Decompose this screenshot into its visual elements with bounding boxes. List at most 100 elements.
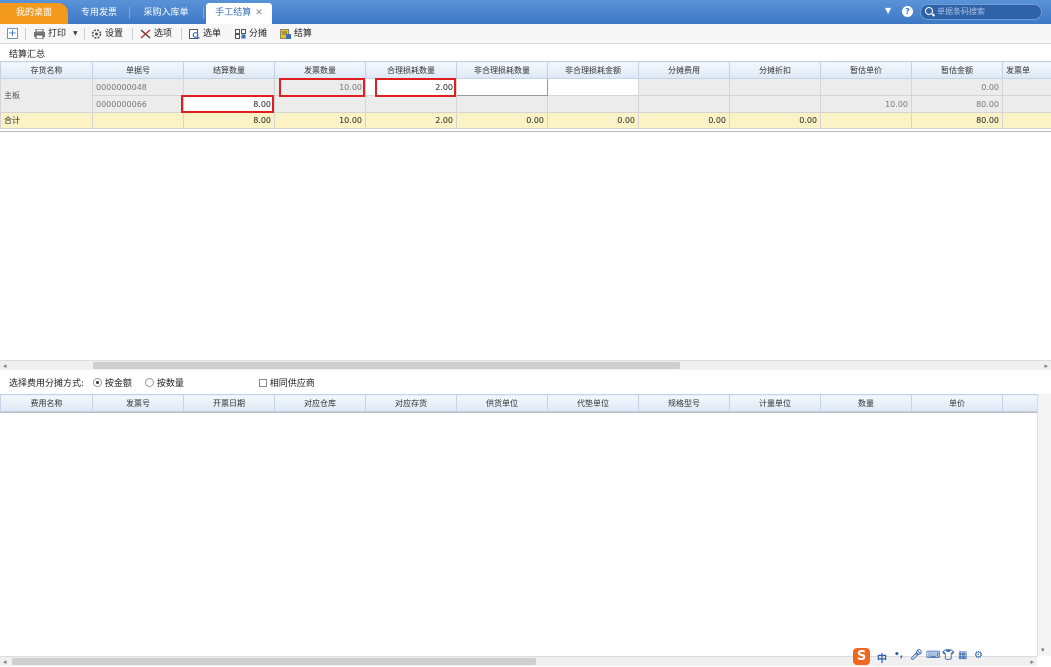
settings-label: 设置 [105, 29, 124, 39]
allocate-button[interactable]: 分摊 [235, 27, 267, 41]
column-header[interactable]: 单价 [911, 394, 1003, 412]
alloc-disc-cell[interactable] [729, 95, 821, 113]
column-header[interactable]: 结算数量 [183, 61, 275, 79]
same-supplier-checkbox[interactable]: 相同供应商 [258, 379, 315, 389]
scroll-left-icon[interactable]: ◂ [3, 657, 7, 667]
total-settle-qty: 8.00 [183, 112, 275, 129]
print-button[interactable]: 打印 [34, 27, 66, 41]
column-header[interactable]: 对应存货 [365, 394, 457, 412]
scrollbar-thumb[interactable] [93, 362, 680, 369]
column-header[interactable]: 费用名称 [0, 394, 93, 412]
settle-qty-cell[interactable] [183, 78, 275, 96]
column-header[interactable]: 合理损耗数量 [365, 61, 457, 79]
unreasonable-loss-amt-cell[interactable] [547, 78, 639, 96]
scroll-right-icon[interactable]: ▸ [1030, 657, 1034, 667]
total-reasonable-loss: 2.00 [365, 112, 457, 129]
column-header[interactable]: 分摊费用 [638, 61, 730, 79]
total-row: 合计 8.00 10.00 2.00 0.00 0.00 0.00 0.00 8… [0, 112, 1051, 129]
table-row[interactable]: 0000000066 8.00 10.00 80.00 [1, 95, 1051, 113]
doc-no-cell[interactable]: 0000000048 [92, 78, 184, 96]
column-header[interactable]: 暂估单价 [820, 61, 912, 79]
column-header[interactable]: 数量 [820, 394, 912, 412]
scroll-left-icon[interactable]: ◂ [3, 361, 7, 371]
total-alloc-fee: 0.00 [638, 112, 730, 129]
est-amount-cell[interactable]: 0.00 [911, 78, 1003, 96]
table-row[interactable]: 主板 0000000048 10.00 2.00 0.00 [0, 78, 1051, 113]
ime-toolbar[interactable]: S 中 •, 🎤︎ ⌨ 👕︎ ▦ ⚙ [850, 647, 990, 666]
invoice-qty-cell[interactable] [274, 95, 366, 113]
alloc-disc-cell[interactable] [729, 78, 821, 96]
unreasonable-loss-qty-input[interactable] [456, 78, 548, 96]
print-label: 打印 [48, 29, 67, 39]
column-header[interactable]: 存货名称 [0, 61, 93, 79]
item-name-cell[interactable]: 主板 [0, 78, 93, 113]
add-button[interactable]: + [7, 28, 18, 39]
est-amount-cell[interactable]: 80.00 [911, 95, 1003, 113]
toolbox-icon[interactable]: ▦ [958, 650, 967, 661]
horizontal-scrollbar[interactable]: ◂ ▸ [0, 360, 1051, 370]
select-doc-icon [189, 29, 200, 39]
print-dropdown-icon[interactable]: ▼ [73, 30, 78, 37]
est-price-cell[interactable]: 10.00 [820, 95, 912, 113]
column-header[interactable]: 发票数量 [274, 61, 366, 79]
options-button[interactable]: 选项 [140, 27, 172, 41]
tab-manual-settlement[interactable]: 手工结算 ✕ [206, 3, 272, 24]
invoice-qty-cell[interactable]: 10.00 [274, 78, 366, 96]
column-header[interactable]: 单据号 [92, 61, 184, 79]
reasonable-loss-cell[interactable]: 2.00 [365, 78, 457, 96]
divider [0, 412, 1037, 413]
vertical-scrollbar[interactable]: ▾ [1037, 394, 1051, 656]
column-header[interactable]: 代垫单位 [547, 394, 639, 412]
column-header[interactable]: 开票日期 [183, 394, 275, 412]
ime-language[interactable]: 中 [877, 650, 887, 665]
total-cell [92, 112, 184, 129]
allocation-options: 选择费用分摊方式: 按金额 按数量 相同供应商 [9, 376, 315, 389]
invoice-cell[interactable] [1002, 95, 1051, 113]
keyboard-icon[interactable]: ⌨ [926, 650, 940, 661]
column-header[interactable]: 发票号 [92, 394, 184, 412]
search-input[interactable]: 单据条码搜索 [920, 4, 1042, 20]
unreasonable-loss-qty-cell[interactable] [456, 95, 548, 113]
column-header[interactable]: 非合理损耗数量 [456, 61, 548, 79]
scroll-down-icon[interactable]: ▾ [1041, 646, 1045, 654]
reasonable-loss-cell[interactable] [365, 95, 457, 113]
doc-no-cell[interactable]: 0000000066 [92, 95, 184, 113]
alloc-fee-cell[interactable] [638, 95, 730, 113]
chevron-down-icon[interactable]: ▼ [885, 6, 891, 15]
settle-button[interactable]: 结算 [280, 27, 312, 41]
punctuation-icon[interactable]: •, [894, 650, 903, 660]
invoice-cell[interactable] [1002, 78, 1051, 96]
column-header[interactable]: 发票单 [1002, 61, 1051, 79]
column-header[interactable]: 非合理损耗金额 [547, 61, 639, 79]
tab-purchase-receipt[interactable]: 采购入库单 [130, 3, 202, 24]
total-label: 合计 [0, 112, 93, 129]
microphone-icon[interactable]: 🎤︎ [910, 650, 923, 661]
column-header[interactable]: 计量单位 [729, 394, 821, 412]
column-header[interactable]: 供货单位 [456, 394, 548, 412]
scrollbar-thumb[interactable] [12, 658, 536, 665]
skin-icon[interactable]: 👕︎ [942, 650, 955, 661]
radio-by-quantity[interactable]: 按数量 [144, 378, 184, 389]
search-icon [925, 7, 933, 15]
sogou-logo-icon[interactable]: S [853, 648, 870, 665]
column-header[interactable]: 分摊折扣 [729, 61, 821, 79]
radio-by-amount[interactable]: 按金额 [92, 378, 132, 389]
select-button[interactable]: 选单 [189, 27, 221, 41]
total-unreasonable-qty: 0.00 [456, 112, 548, 129]
tab-my-desktop[interactable]: 我的桌面 [0, 3, 68, 24]
scroll-right-icon[interactable]: ▸ [1044, 361, 1048, 371]
unreasonable-loss-amt-cell[interactable] [547, 95, 639, 113]
column-header[interactable]: 暂估金额 [911, 61, 1003, 79]
tab-special-invoice[interactable]: 专用发票 [70, 3, 128, 24]
column-header[interactable]: 规格型号 [638, 394, 730, 412]
help-icon[interactable]: ? [902, 6, 913, 17]
toolbar-divider [132, 28, 133, 40]
settle-qty-cell[interactable]: 8.00 [183, 95, 275, 113]
alloc-fee-cell[interactable] [638, 78, 730, 96]
allocation-label: 选择费用分摊方式: [9, 379, 85, 389]
column-header[interactable]: 对应仓库 [274, 394, 366, 412]
settings-button[interactable]: 设置 [91, 27, 123, 41]
est-price-cell[interactable] [820, 78, 912, 96]
settings-gear-icon[interactable]: ⚙ [974, 650, 983, 661]
close-icon[interactable]: ✕ [255, 8, 263, 18]
